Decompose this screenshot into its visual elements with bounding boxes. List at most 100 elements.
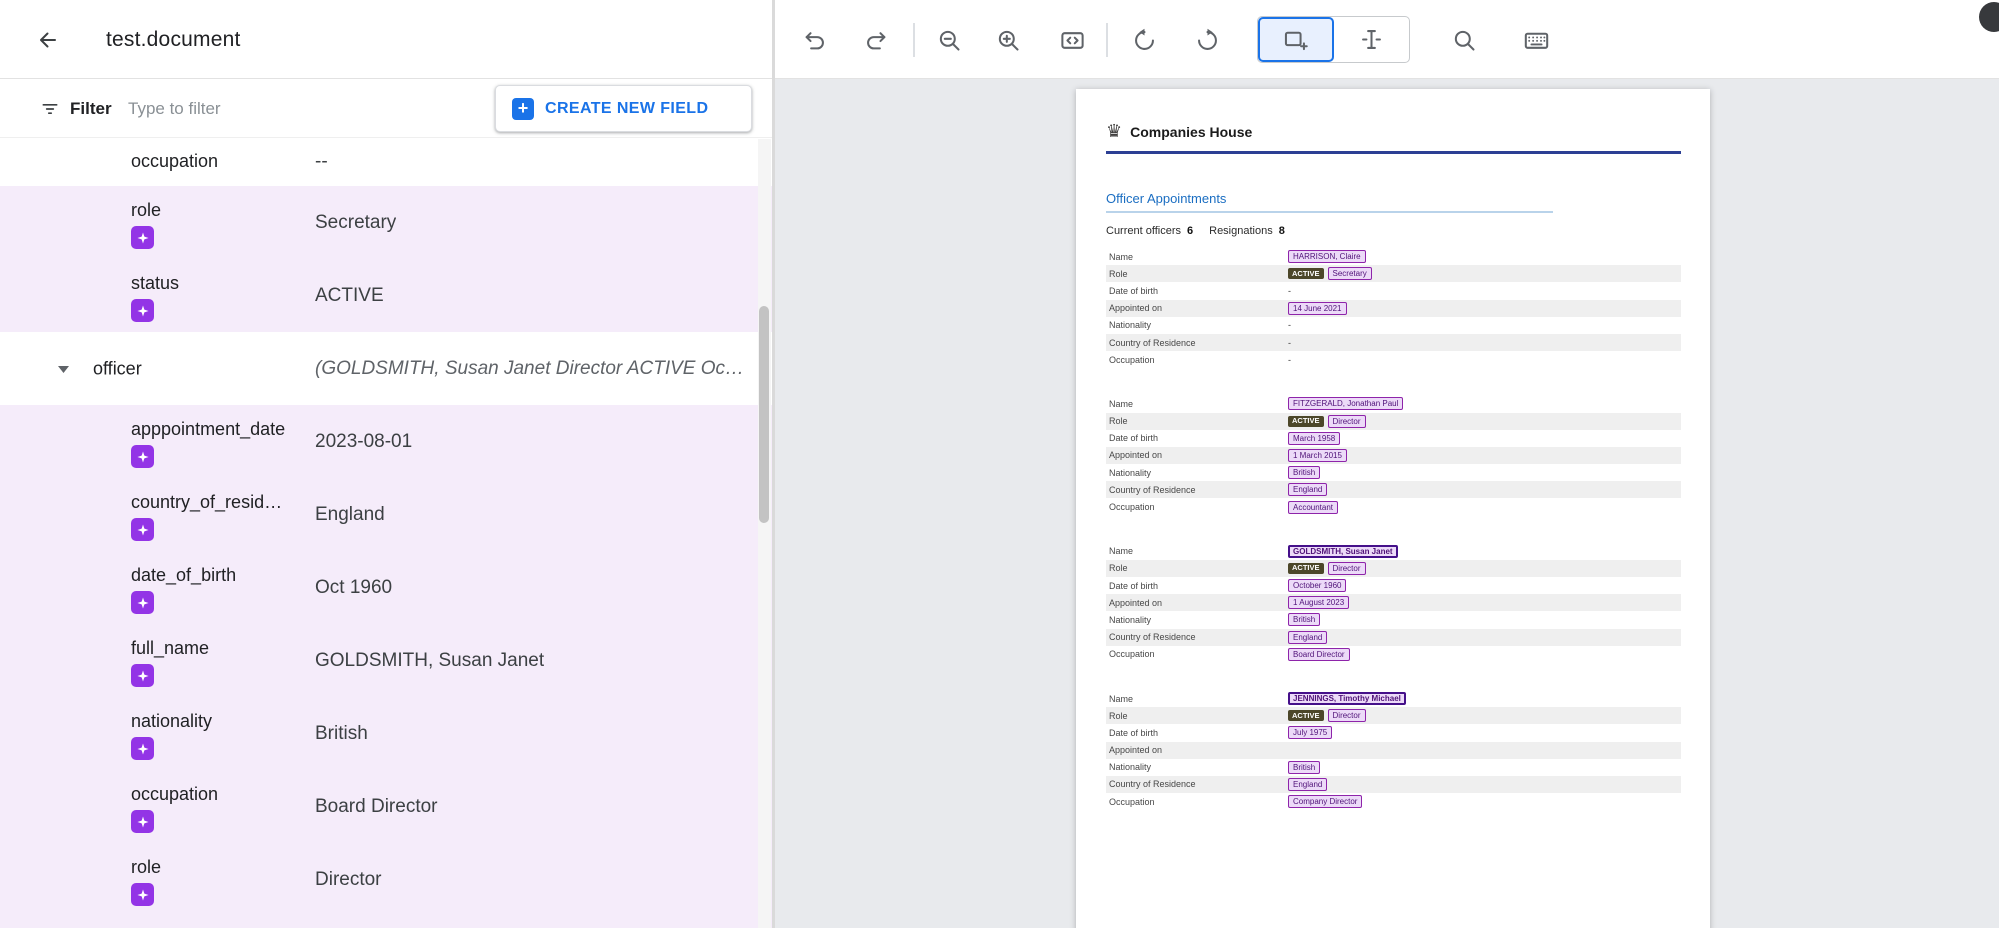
toolbar-separator: [913, 23, 915, 57]
field-label: full_name: [131, 638, 209, 659]
doc-row-values: 1 March 2015: [1288, 449, 1347, 462]
field-list: occupation--roleSecretarystatusACTIVEoff…: [0, 139, 772, 928]
doc-row-values: -: [1288, 338, 1291, 348]
entity-chip[interactable]: England: [1288, 778, 1327, 791]
rotate-right-button[interactable]: [1187, 20, 1227, 60]
entity-chip[interactable]: Director: [1328, 562, 1366, 575]
field-row[interactable]: full_nameGOLDSMITH, Susan Janet: [0, 624, 772, 697]
field-row-officer[interactable]: officer(GOLDSMITH, Susan Janet Director …: [0, 332, 772, 405]
field-row[interactable]: occupation--: [0, 139, 772, 186]
doc-row-label: Date of birth: [1106, 581, 1288, 591]
redo-button[interactable]: [856, 20, 896, 60]
viewer-panel: ♛ Companies House Officer Appointments C…: [775, 0, 1999, 928]
field-row[interactable]: roleSecretary: [0, 186, 772, 259]
doc-row-values: England: [1288, 631, 1327, 644]
field-value: Director: [315, 869, 382, 891]
redo-icon: [863, 27, 890, 54]
entity-chip[interactable]: 14 June 2021: [1288, 302, 1347, 315]
entity-chip[interactable]: FITZGERALD, Jonathan Paul: [1288, 397, 1403, 410]
entity-chip[interactable]: England: [1288, 631, 1327, 644]
doc-row: OccupationBoard Director: [1106, 646, 1681, 663]
doc-empty-value: -: [1288, 338, 1291, 348]
entity-chip[interactable]: HARRISON, Claire: [1288, 250, 1366, 263]
search-button[interactable]: [1444, 20, 1484, 60]
chevron-down-icon[interactable]: [58, 360, 69, 378]
entity-chip[interactable]: GOLDSMITH, Susan Janet: [1288, 545, 1398, 558]
doc-row: RoleACTIVEDirector: [1106, 707, 1681, 724]
filter-bar: Filter + CREATE NEW FIELD: [0, 80, 772, 138]
box-select-tool[interactable]: [1258, 17, 1334, 62]
field-row[interactable]: apppointment_date2023-08-01: [0, 405, 772, 478]
doc-row: RoleACTIVEDirector: [1106, 413, 1681, 430]
entity-chip[interactable]: Director: [1328, 415, 1366, 428]
status-badge[interactable]: ACTIVE: [1288, 268, 1324, 279]
create-new-field-button[interactable]: + CREATE NEW FIELD: [495, 85, 752, 132]
doc-row: Appointed on1 March 2015: [1106, 447, 1681, 464]
code-icon: [1059, 27, 1086, 54]
back-button[interactable]: [26, 18, 70, 62]
doc-row: NationalityBritish: [1106, 464, 1681, 481]
entity-chip[interactable]: Director: [1328, 709, 1366, 722]
field-row[interactable]: occupationBoard Director: [0, 770, 772, 843]
sparkle-icon: [131, 810, 154, 833]
field-row[interactable]: nationalityBritish: [0, 697, 772, 770]
entity-chip[interactable]: October 1960: [1288, 579, 1346, 592]
entity-chip[interactable]: British: [1288, 761, 1320, 774]
doc-row: Appointed on1 August 2023: [1106, 594, 1681, 611]
current-officers-label: Current officers: [1106, 225, 1181, 237]
entity-chip[interactable]: March 1958: [1288, 432, 1340, 445]
field-row[interactable]: roleDirector: [0, 843, 772, 916]
entity-chip[interactable]: JENNINGS, Timothy Michael: [1288, 692, 1406, 705]
scrollbar-track[interactable]: [758, 139, 771, 928]
field-row[interactable]: statusACTIVE: [0, 916, 772, 928]
doc-row-label: Appointed on: [1106, 598, 1288, 608]
zoom-in-button[interactable]: [988, 20, 1028, 60]
keyboard-icon: [1523, 27, 1550, 54]
status-badge[interactable]: ACTIVE: [1288, 416, 1324, 427]
doc-row: Date of birthOctober 1960: [1106, 577, 1681, 594]
field-row[interactable]: country_of_resid…England: [0, 478, 772, 551]
sparkle-icon: [131, 226, 154, 249]
document-page: ♛ Companies House Officer Appointments C…: [1076, 89, 1710, 928]
doc-row-values: Accountant: [1288, 501, 1338, 514]
doc-row: Nationality-: [1106, 317, 1681, 334]
undo-icon: [801, 27, 828, 54]
create-new-field-label: CREATE NEW FIELD: [545, 100, 708, 118]
sparkle-icon: [131, 664, 154, 687]
document-viewer[interactable]: ♛ Companies House Officer Appointments C…: [775, 79, 1999, 928]
status-badge[interactable]: ACTIVE: [1288, 710, 1324, 721]
keyboard-button[interactable]: [1516, 20, 1556, 60]
filter-input[interactable]: [128, 90, 468, 128]
text-select-tool[interactable]: [1334, 17, 1410, 62]
toolbar-separator: [1106, 23, 1108, 57]
entity-chip[interactable]: Company Director: [1288, 795, 1362, 808]
doc-row-values: England: [1288, 483, 1327, 496]
rotate-left-button[interactable]: [1124, 20, 1164, 60]
zoom-out-button[interactable]: [929, 20, 969, 60]
avatar[interactable]: [1979, 2, 1999, 32]
officers-summary: Current officers 6 Resignations 8: [1106, 225, 1295, 237]
header-rule: [1106, 151, 1681, 154]
entity-chip[interactable]: Secretary: [1328, 267, 1372, 280]
entity-chip[interactable]: Board Director: [1288, 648, 1350, 661]
entity-chip[interactable]: England: [1288, 483, 1327, 496]
code-view-button[interactable]: [1052, 20, 1092, 60]
field-row[interactable]: date_of_birthOct 1960: [0, 551, 772, 624]
entity-chip[interactable]: British: [1288, 466, 1320, 479]
filter-icon: [40, 99, 60, 119]
officer-appointments-link[interactable]: Officer Appointments: [1106, 191, 1226, 206]
entity-chip[interactable]: British: [1288, 613, 1320, 626]
field-label: nationality: [131, 711, 212, 732]
entity-chip[interactable]: Accountant: [1288, 501, 1338, 514]
doc-row: NameGOLDSMITH, Susan Janet: [1106, 543, 1681, 560]
entity-chip[interactable]: 1 August 2023: [1288, 596, 1349, 609]
entity-chip[interactable]: 1 March 2015: [1288, 449, 1347, 462]
companies-house-header: ♛ Companies House: [1106, 123, 1252, 141]
undo-button[interactable]: [794, 20, 834, 60]
field-row[interactable]: statusACTIVE: [0, 259, 772, 332]
status-badge[interactable]: ACTIVE: [1288, 563, 1324, 574]
current-officers-count: 6: [1187, 225, 1193, 237]
scrollbar-thumb[interactable]: [759, 306, 769, 523]
entity-chip[interactable]: July 1975: [1288, 726, 1332, 739]
doc-row: NationalityBritish: [1106, 759, 1681, 776]
